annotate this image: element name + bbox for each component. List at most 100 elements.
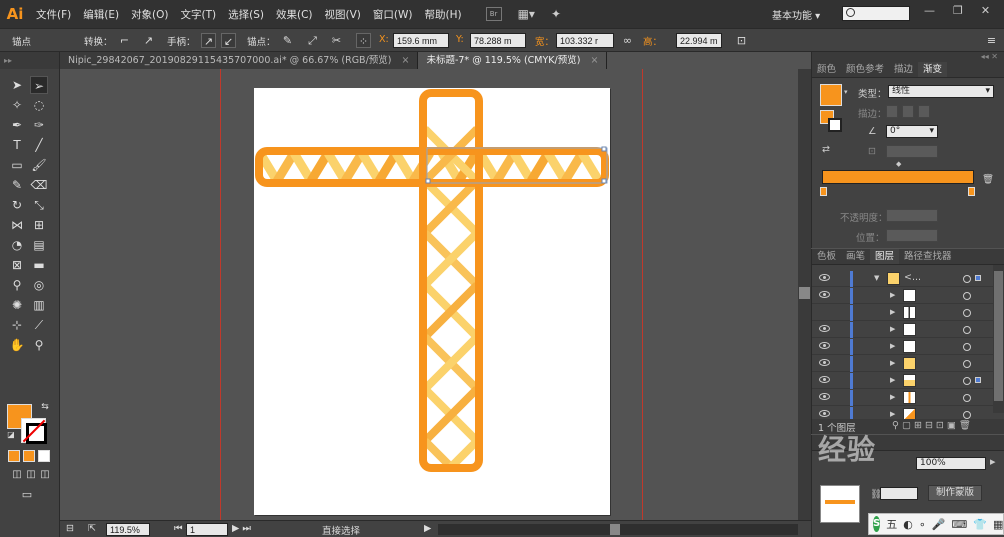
- mesh-tool-icon[interactable]: ⊠: [8, 256, 26, 274]
- type-tool-icon[interactable]: T: [8, 136, 26, 154]
- tab-nipic-document[interactable]: Nipic_29842067_20190829115435707000.ai* …: [60, 52, 419, 69]
- width-field[interactable]: [556, 33, 614, 48]
- scroll-thumb[interactable]: [610, 524, 620, 535]
- zoom-tool-icon[interactable]: ⚲: [30, 336, 48, 354]
- transform-icon[interactable]: ⊡: [734, 33, 749, 48]
- ime-logo[interactable]: S: [873, 516, 881, 532]
- tab-pathfinder[interactable]: 路径查找器: [899, 249, 957, 264]
- remove-anchor-icon[interactable]: ✎: [280, 33, 295, 48]
- ime-menu-icon[interactable]: ▦: [993, 518, 1003, 531]
- convert-corner-icon[interactable]: ⌐: [117, 33, 132, 48]
- mask-thumbnail[interactable]: [820, 485, 860, 523]
- tab-color[interactable]: 颜色: [812, 62, 841, 77]
- layer-row[interactable]: ▶: [812, 356, 994, 372]
- visibility-eye-icon[interactable]: [819, 393, 830, 400]
- anchor-handle[interactable]: [425, 178, 431, 184]
- menu-object[interactable]: 对象(O): [125, 7, 174, 22]
- expand-triangle-icon[interactable]: ▶: [890, 393, 895, 401]
- connect-anchor-icon[interactable]: ⤢: [305, 33, 320, 48]
- menu-view[interactable]: 视图(V): [319, 7, 367, 22]
- ime-mode[interactable]: 五: [886, 516, 897, 532]
- tab-gradient[interactable]: 渐变: [918, 62, 948, 77]
- close-tab-icon[interactable]: ×: [590, 55, 598, 66]
- y-field[interactable]: [470, 33, 526, 48]
- stroke-color-swatch[interactable]: [21, 418, 47, 444]
- gradient-tool-icon[interactable]: ▬: [30, 256, 48, 274]
- expand-triangle-icon[interactable]: ▶: [890, 342, 895, 350]
- position-field[interactable]: [886, 229, 938, 242]
- cut-path-icon[interactable]: ✂: [329, 33, 344, 48]
- shape-builder-tool-icon[interactable]: ◔: [8, 236, 26, 254]
- eyedropper-tool-icon[interactable]: ⚲: [8, 276, 26, 294]
- show-handles-icon[interactable]: ↗: [201, 33, 216, 48]
- scroll-thumb[interactable]: [994, 271, 1003, 401]
- status-menu-icon[interactable]: ▶: [424, 523, 431, 534]
- half-width-icon[interactable]: ∘: [919, 518, 926, 531]
- color-mode-icon[interactable]: [8, 450, 20, 462]
- selection-indicator[interactable]: [975, 275, 981, 281]
- stroke-mini-swatch[interactable]: [828, 118, 842, 132]
- delete-stop-icon[interactable]: 🗑: [982, 174, 994, 185]
- none-mode-icon[interactable]: [38, 450, 50, 462]
- tab-untitled-7[interactable]: 未标题-7* @ 119.5% (CMYK/预览) ×: [418, 52, 608, 69]
- angle-field[interactable]: 0° ▾: [886, 125, 938, 138]
- layers-scrollbar[interactable]: [993, 265, 1004, 413]
- slice-tool-icon[interactable]: ⟋: [30, 316, 48, 334]
- close-icon[interactable]: ✕: [981, 4, 990, 17]
- selection-indicator[interactable]: [975, 377, 981, 383]
- gradient-type-select[interactable]: 线性 ▾: [888, 85, 994, 98]
- menu-window[interactable]: 窗口(W): [367, 7, 419, 22]
- x-field[interactable]: [393, 33, 449, 48]
- expand-triangle-icon[interactable]: ▶: [890, 376, 895, 384]
- scroll-thumb[interactable]: [799, 287, 810, 299]
- lasso-tool-icon[interactable]: ◌: [30, 96, 48, 114]
- blend-tool-icon[interactable]: ◎: [30, 276, 48, 294]
- draw-inside-icon[interactable]: ◫: [36, 466, 54, 484]
- make-mask-button[interactable]: 制作蒙版: [928, 485, 982, 501]
- tab-swatches[interactable]: 色板: [812, 249, 841, 264]
- panel-collapse-bar[interactable]: ◂◂ ✕: [812, 52, 1004, 62]
- workspace-switcher[interactable]: 基本功能 ▾: [772, 7, 820, 22]
- tab-layers[interactable]: 图层: [870, 249, 900, 264]
- convert-smooth-icon[interactable]: ↗: [141, 33, 156, 48]
- menu-edit[interactable]: 编辑(E): [77, 7, 125, 22]
- skin-icon[interactable]: 👕: [973, 518, 987, 531]
- layer-row[interactable]: ▶: [812, 390, 994, 406]
- perspective-grid-tool-icon[interactable]: ▤: [30, 236, 48, 254]
- rotate-tool-icon[interactable]: ↻: [8, 196, 26, 214]
- canvas-horizontal-scrollbar[interactable]: [438, 524, 798, 535]
- layer-row[interactable]: ▶: [812, 288, 994, 304]
- stroke-option-3[interactable]: [918, 105, 930, 118]
- layers-footer-icons[interactable]: ⚲ ▢ ⊞ ⊟ ⊡ ▣ 🗑: [892, 420, 971, 431]
- target-circle-icon[interactable]: [963, 394, 971, 402]
- width-tool-icon[interactable]: ⋈: [8, 216, 26, 234]
- menu-type[interactable]: 文字(T): [175, 7, 223, 22]
- expand-triangle-icon[interactable]: ▶: [890, 291, 895, 299]
- target-circle-icon[interactable]: [963, 343, 971, 351]
- status-icon[interactable]: ⊟: [66, 523, 74, 534]
- target-circle-icon[interactable]: [963, 292, 971, 300]
- expand-triangle-icon[interactable]: ▼: [874, 274, 879, 282]
- direct-selection-tool-icon[interactable]: ➢: [30, 76, 48, 94]
- cross-artwork[interactable]: [60, 69, 798, 520]
- swap-fill-stroke-icon[interactable]: ⇆: [36, 398, 54, 416]
- stroke-option-2[interactable]: [902, 105, 914, 118]
- gpu-icon[interactable]: ✦: [551, 7, 561, 21]
- close-tab-icon[interactable]: ×: [401, 55, 409, 66]
- target-circle-icon[interactable]: [963, 411, 971, 419]
- reverse-gradient-icon[interactable]: ⇄: [822, 144, 830, 155]
- gradient-stop-left[interactable]: [820, 187, 827, 196]
- canvas-area[interactable]: [60, 69, 798, 520]
- visibility-eye-icon[interactable]: [819, 274, 830, 281]
- target-circle-icon[interactable]: [963, 326, 971, 334]
- gradient-preset-arrow[interactable]: ▾: [844, 88, 848, 96]
- stroke-option-1[interactable]: [886, 105, 898, 118]
- gradient-stop-right[interactable]: [968, 187, 975, 196]
- expand-triangle-icon[interactable]: ▶: [890, 325, 895, 333]
- scale-tool-icon[interactable]: ⤡: [30, 196, 48, 214]
- next-artboard-icon[interactable]: ▶ ⏭: [232, 523, 251, 534]
- artboard-tool-icon[interactable]: ⊹: [8, 316, 26, 334]
- paintbrush-tool-icon[interactable]: 🖌: [30, 156, 48, 174]
- visibility-eye-icon[interactable]: [819, 325, 830, 332]
- symbol-sprayer-tool-icon[interactable]: ✺: [8, 296, 26, 314]
